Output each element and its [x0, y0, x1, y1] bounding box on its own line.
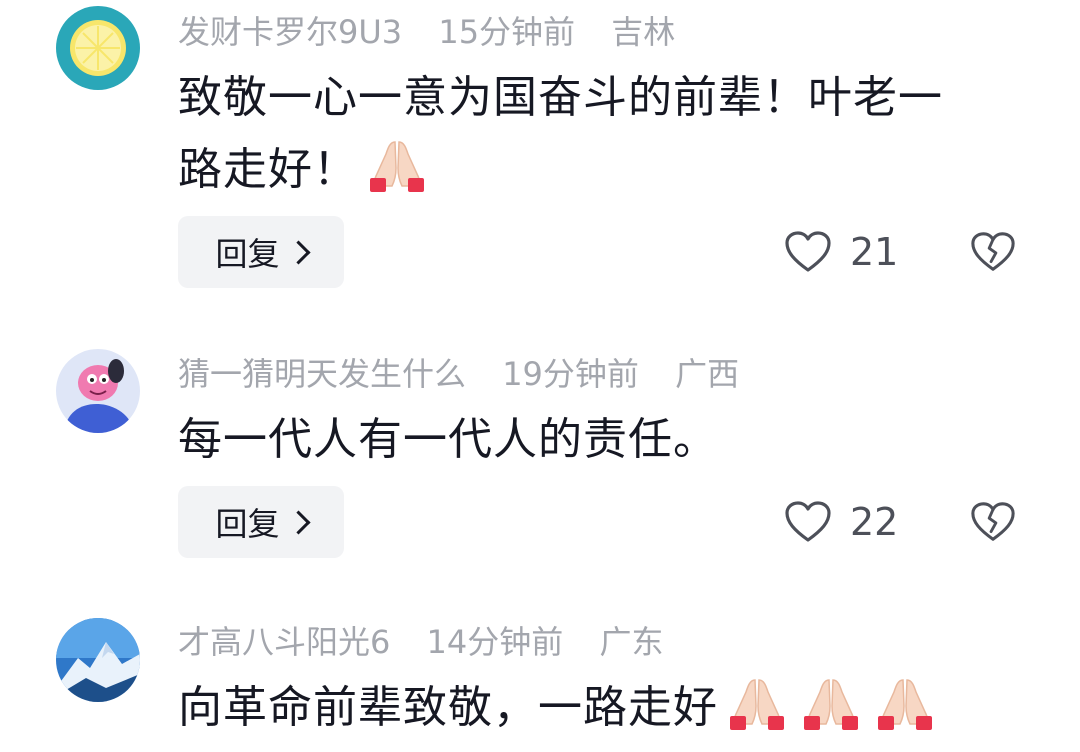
folded-hands-emoji-icon: [870, 676, 940, 732]
like-count: 21: [850, 230, 899, 274]
comment-meta: 发财卡罗尔9U3 15分钟前 吉林: [178, 12, 701, 52]
timestamp: 14分钟前: [426, 623, 564, 661]
reply-button[interactable]: 回复: [178, 486, 344, 558]
comment-meta: 猜一猜明天发生什么 19分钟前 广西: [178, 354, 765, 394]
comment-text-segment: 向革命前辈致敬，一路走好: [178, 682, 718, 733]
reply-label: 回复: [215, 505, 280, 543]
username[interactable]: 猜一猜明天发生什么: [178, 355, 466, 393]
chevron-right-icon: [285, 239, 311, 265]
broken-heart-icon[interactable]: [970, 500, 1016, 544]
reply-button[interactable]: 回复: [178, 216, 344, 288]
heart-outline-icon: [784, 500, 832, 544]
comment-text: 向革命前辈致敬，一路走好: [178, 672, 1058, 744]
like-button[interactable]: 22: [784, 492, 898, 552]
avatar[interactable]: [56, 618, 140, 702]
folded-hands-emoji-icon: [722, 676, 792, 732]
comment-meta: 才高八斗阳光6 14分钟前 广东: [178, 622, 689, 662]
heart-outline-icon: [784, 230, 832, 274]
cartoon-dog-avatar-icon: [56, 349, 140, 433]
broken-heart-icon[interactable]: [970, 230, 1016, 274]
username[interactable]: 才高八斗阳光6: [178, 623, 390, 661]
like-count: 22: [850, 500, 899, 544]
location: 广西: [675, 355, 740, 393]
comment-text-segment: 路走好！: [178, 144, 358, 195]
timestamp: 19分钟前: [502, 355, 639, 393]
comment-text-line: 路走好！: [178, 134, 1008, 206]
comment-text-line: 致敬一心一意为国奋斗的前辈！叶老一: [178, 72, 943, 123]
comment-text: 每一代人有一代人的责任。: [178, 404, 1008, 476]
folded-hands-emoji-icon: [362, 138, 432, 194]
timestamp: 15分钟前: [438, 13, 576, 51]
comment-text-line: 每一代人有一代人的责任。: [178, 414, 718, 465]
avatar[interactable]: [56, 349, 140, 433]
lemon-avatar-icon: [56, 6, 140, 90]
username[interactable]: 发财卡罗尔9U3: [178, 13, 402, 51]
location: 广东: [599, 623, 664, 661]
like-button[interactable]: 21: [784, 222, 898, 282]
chevron-right-icon: [285, 509, 311, 535]
folded-hands-emoji-icon: [796, 676, 866, 732]
reply-label: 回复: [215, 235, 280, 273]
location: 吉林: [611, 13, 676, 51]
comment-text: 致敬一心一意为国奋斗的前辈！叶老一 路走好！: [178, 62, 1008, 206]
comment-text-line: 向革命前辈致敬，一路走好: [178, 672, 1058, 744]
avatar[interactable]: [56, 6, 140, 90]
snow-mountain-avatar-icon: [56, 618, 140, 702]
